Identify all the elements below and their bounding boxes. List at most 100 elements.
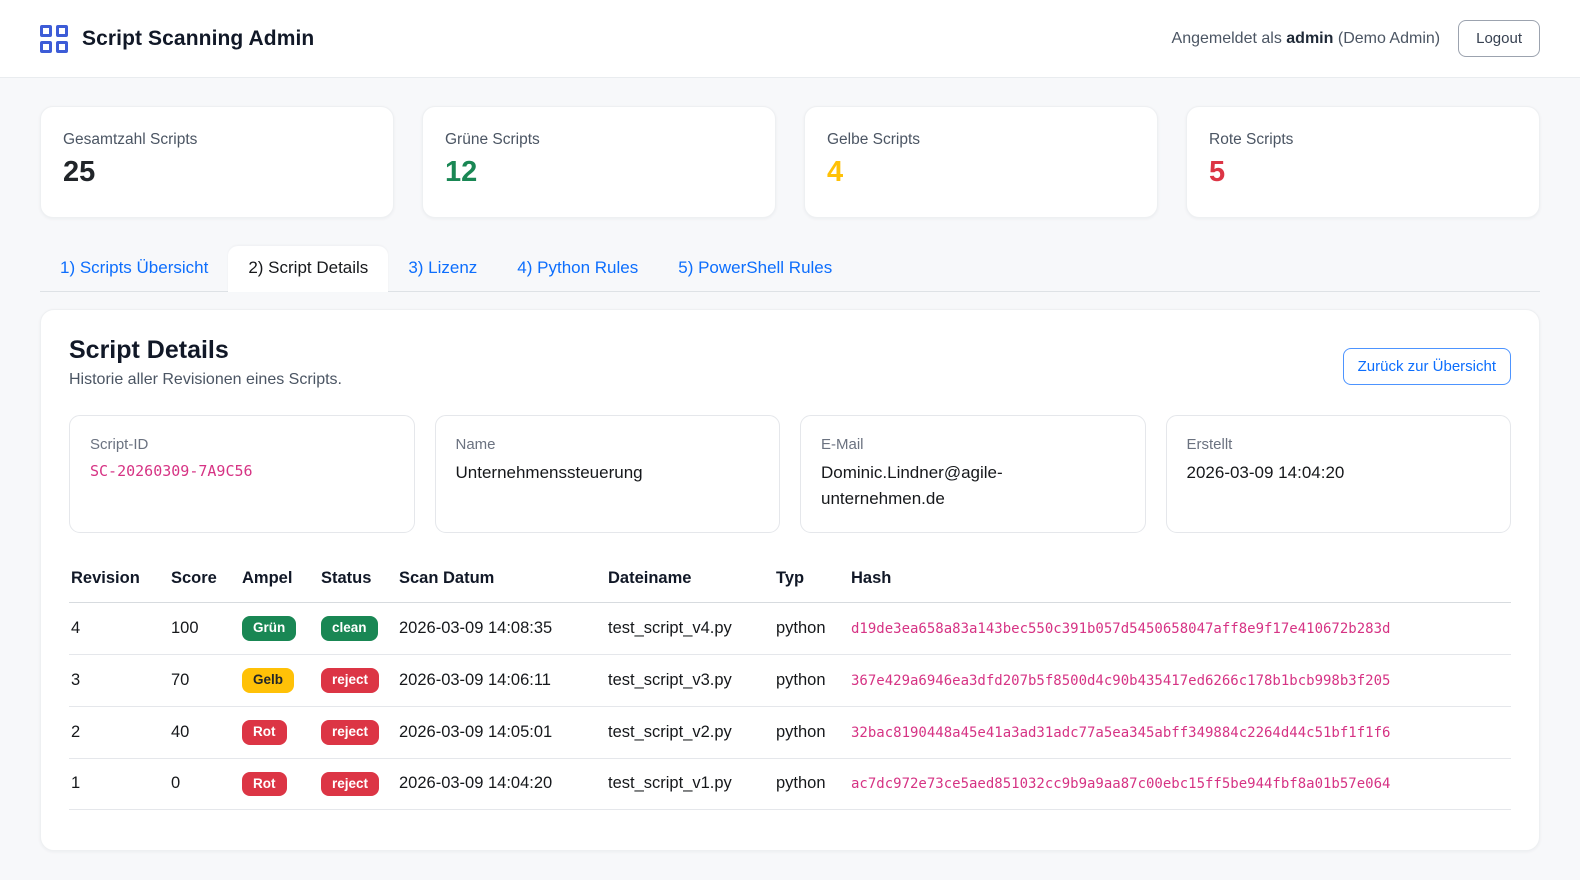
hash-value: 32bac8190448a45e41a3ad31adc77a5ea345abff… bbox=[851, 724, 1391, 741]
stat-card-yellow: Gelbe Scripts 4 bbox=[804, 106, 1158, 218]
logged-in-username: admin bbox=[1286, 29, 1334, 47]
app-title: Script Scanning Admin bbox=[82, 26, 315, 50]
info-card-script-id: Script-ID SC-20260309-7A9C56 bbox=[69, 415, 415, 533]
column-header-status: Status bbox=[313, 559, 391, 603]
status-badge: reject bbox=[321, 667, 380, 693]
logged-in-text: Angemeldet als admin (Demo Admin) bbox=[1172, 30, 1441, 48]
cell-scan-datum: 2026-03-09 14:05:01 bbox=[391, 706, 600, 759]
cell-ampel: Rot bbox=[234, 706, 313, 759]
table-row: 4 100 Grün clean 2026-03-09 14:08:35 tes… bbox=[69, 602, 1511, 655]
logged-in-prefix: Angemeldet als bbox=[1171, 29, 1282, 47]
tab-script-details[interactable]: 2) Script Details bbox=[228, 246, 389, 292]
hash-value: 367e429a6946ea3dfd207b5f8500d4c90b435417… bbox=[851, 672, 1391, 689]
ampel-badge: Rot bbox=[242, 719, 287, 745]
cell-status: reject bbox=[313, 758, 391, 811]
column-header-hash: Hash bbox=[843, 559, 1511, 603]
cell-hash: ac7dc972e73ce5aed851032cc9b9a9aa87c00ebc… bbox=[843, 758, 1511, 811]
tab-scripts-uebersicht[interactable]: 1) Scripts Übersicht bbox=[40, 246, 228, 291]
hash-value: ac7dc972e73ce5aed851032cc9b9a9aa87c00ebc… bbox=[851, 776, 1391, 793]
cell-score: 70 bbox=[163, 654, 234, 707]
cell-revision: 4 bbox=[69, 602, 163, 655]
cell-typ: python bbox=[768, 602, 843, 655]
table-header-row: Revision Score Ampel Status Scan Datum D… bbox=[69, 559, 1511, 603]
column-header-scan-datum: Scan Datum bbox=[391, 559, 600, 603]
info-card-row: Script-ID SC-20260309-7A9C56 Name Untern… bbox=[69, 415, 1511, 533]
cell-ampel: Rot bbox=[234, 758, 313, 811]
column-header-ampel: Ampel bbox=[234, 559, 313, 603]
cell-scan-datum: 2026-03-09 14:08:35 bbox=[391, 602, 600, 655]
status-badge: reject bbox=[321, 771, 380, 797]
column-header-dateiname: Dateiname bbox=[600, 559, 768, 603]
stats-row: Gesamtzahl Scripts 25 Grüne Scripts 12 G… bbox=[40, 106, 1540, 218]
stat-label: Grüne Scripts bbox=[445, 131, 540, 148]
stat-label: Rote Scripts bbox=[1209, 131, 1294, 148]
cell-typ: python bbox=[768, 758, 843, 811]
cell-dateiname: test_script_v4.py bbox=[600, 602, 768, 655]
app-logo-grid-icon bbox=[40, 24, 68, 53]
cell-revision: 1 bbox=[69, 758, 163, 811]
info-card-email: E-Mail Dominic.Lindner@agile-unternehmen… bbox=[800, 415, 1146, 533]
table-row: 1 0 Rot reject 2026-03-09 14:04:20 test_… bbox=[69, 758, 1511, 811]
stat-label: Gelbe Scripts bbox=[827, 131, 921, 148]
panel-title: Script Details bbox=[69, 336, 229, 364]
ampel-badge: Rot bbox=[242, 771, 287, 797]
table-row: 2 40 Rot reject 2026-03-09 14:05:01 test… bbox=[69, 706, 1511, 759]
cell-revision: 2 bbox=[69, 706, 163, 759]
logged-in-suffix: (Demo Admin) bbox=[1337, 29, 1441, 47]
ampel-badge: Grün bbox=[242, 616, 297, 641]
panel-heading-group: Script Details Historie aller Revisionen… bbox=[69, 336, 342, 389]
stat-card-total: Gesamtzahl Scripts 25 bbox=[40, 106, 394, 218]
info-label: Name bbox=[455, 436, 496, 453]
cell-dateiname: test_script_v3.py bbox=[600, 654, 768, 707]
stat-card-green: Grüne Scripts 12 bbox=[422, 106, 776, 218]
panel-header: Script Details Historie aller Revisionen… bbox=[69, 336, 1511, 389]
top-bar: Script Scanning Admin Angemeldet als adm… bbox=[0, 0, 1580, 78]
cell-score: 0 bbox=[163, 758, 234, 811]
stat-value-red: 5 bbox=[1209, 156, 1226, 188]
cell-score: 100 bbox=[163, 602, 234, 655]
tab-lizenz[interactable]: 3) Lizenz bbox=[388, 246, 497, 291]
cell-hash: 367e429a6946ea3dfd207b5f8500d4c90b435417… bbox=[843, 654, 1511, 707]
cell-scan-datum: 2026-03-09 14:06:11 bbox=[391, 654, 600, 707]
cell-status: clean bbox=[313, 602, 391, 655]
logout-button[interactable]: Logout bbox=[1458, 20, 1540, 57]
info-label: Script-ID bbox=[90, 436, 149, 453]
name-value: Unternehmenssteuerung bbox=[455, 463, 643, 482]
hash-value: d19de3ea658a83a143bec550c391b057d5450658… bbox=[851, 620, 1391, 637]
session-area: Angemeldet als admin (Demo Admin) Logout bbox=[1172, 20, 1540, 57]
page-content: Gesamtzahl Scripts 25 Grüne Scripts 12 G… bbox=[0, 78, 1580, 852]
cell-status: reject bbox=[313, 706, 391, 759]
column-header-typ: Typ bbox=[768, 559, 843, 603]
tab-powershell-rules[interactable]: 5) PowerShell Rules bbox=[658, 246, 852, 291]
erstellt-value: 2026-03-09 14:04:20 bbox=[1186, 463, 1345, 482]
column-header-revision: Revision bbox=[69, 559, 163, 603]
info-label: Erstellt bbox=[1186, 436, 1233, 453]
cell-status: reject bbox=[313, 654, 391, 707]
info-label: E-Mail bbox=[821, 436, 864, 453]
revisions-table: Revision Score Ampel Status Scan Datum D… bbox=[69, 559, 1511, 811]
cell-revision: 3 bbox=[69, 654, 163, 707]
brand: Script Scanning Admin bbox=[40, 24, 315, 53]
back-to-overview-button[interactable]: Zurück zur Übersicht bbox=[1342, 348, 1511, 385]
tab-bar: 1) Scripts Übersicht 2) Script Details 3… bbox=[40, 246, 1540, 292]
script-details-panel: Script Details Historie aller Revisionen… bbox=[40, 309, 1540, 852]
stat-value-yellow: 4 bbox=[827, 156, 844, 188]
table-row: 3 70 Gelb reject 2026-03-09 14:06:11 tes… bbox=[69, 654, 1511, 707]
panel-subtitle: Historie aller Revisionen eines Scripts. bbox=[69, 371, 342, 388]
column-header-score: Score bbox=[163, 559, 234, 603]
ampel-badge: Gelb bbox=[242, 667, 295, 693]
cell-typ: python bbox=[768, 654, 843, 707]
info-card-name: Name Unternehmenssteuerung bbox=[434, 415, 780, 533]
tab-python-rules[interactable]: 4) Python Rules bbox=[497, 246, 658, 291]
cell-ampel: Grün bbox=[234, 602, 313, 655]
cell-dateiname: test_script_v1.py bbox=[600, 758, 768, 811]
stat-value-total: 25 bbox=[63, 156, 96, 188]
cell-dateiname: test_script_v2.py bbox=[600, 706, 768, 759]
stat-value-green: 12 bbox=[445, 156, 478, 188]
email-value: Dominic.Lindner@agile-unternehmen.de bbox=[821, 463, 1003, 509]
cell-hash: d19de3ea658a83a143bec550c391b057d5450658… bbox=[843, 602, 1511, 655]
cell-typ: python bbox=[768, 706, 843, 759]
cell-hash: 32bac8190448a45e41a3ad31adc77a5ea345abff… bbox=[843, 706, 1511, 759]
status-badge: clean bbox=[321, 616, 378, 641]
status-badge: reject bbox=[321, 719, 380, 745]
